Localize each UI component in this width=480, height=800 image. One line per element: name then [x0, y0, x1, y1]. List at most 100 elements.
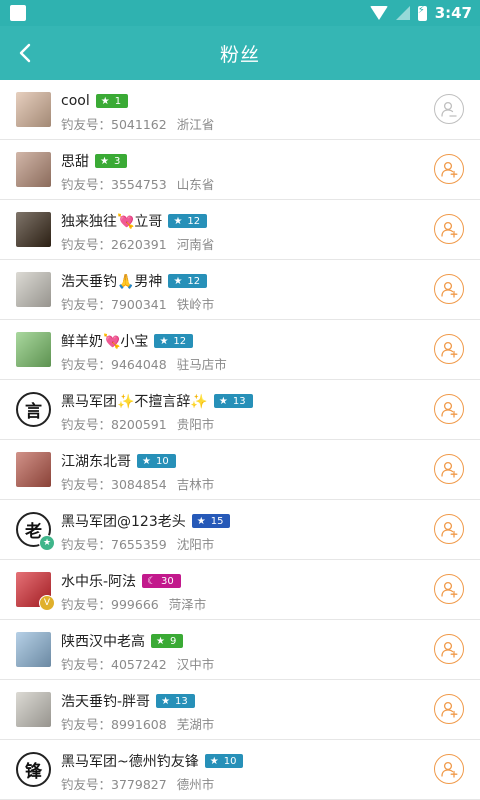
- fan-id-label: 钓友号：: [61, 537, 112, 552]
- star-icon: ★: [173, 275, 183, 287]
- fan-name[interactable]: 鲜羊奶💘小宝: [61, 331, 148, 351]
- follow-button[interactable]: [434, 334, 464, 364]
- fan-meta: 钓友号：999666 菏泽市: [61, 594, 420, 613]
- name-line: 水中乐-阿法 ☾ 30: [61, 570, 420, 592]
- follow-button[interactable]: [434, 514, 464, 544]
- fan-name[interactable]: 陕西汉中老高: [61, 631, 145, 651]
- list-item[interactable]: 锋黑马军团~德州钓友锋 ★ 10 钓友号：3779827 德州市: [0, 740, 480, 800]
- follow-button[interactable]: [434, 394, 464, 424]
- fan-meta: 钓友号：2620391 河南省: [61, 234, 420, 253]
- fan-meta: 钓友号：9464048 驻马店市: [61, 354, 420, 373]
- fan-id-value: 3084854: [111, 477, 167, 492]
- fan-id: 钓友号：999666: [61, 594, 159, 613]
- fan-name[interactable]: 黑马军团✨不擅言辞✨: [61, 391, 208, 411]
- list-item[interactable]: 陕西汉中老高 ★ 9 钓友号：4057242 汉中市: [0, 620, 480, 680]
- level-number: 1: [114, 95, 122, 107]
- add-friend-icon: [441, 581, 458, 598]
- fan-name[interactable]: 思甜: [61, 151, 89, 171]
- fan-name[interactable]: 浩天垂钓🙏男神: [61, 271, 162, 291]
- fan-region: 芜湖市: [176, 717, 215, 732]
- follow-button[interactable]: [434, 634, 464, 664]
- fan-region: 浙江省: [176, 117, 215, 132]
- back-button[interactable]: [10, 38, 40, 68]
- fan-region: 驻马店市: [176, 357, 227, 372]
- list-item[interactable]: 江湖东北哥 ★ 10 钓友号：3084854 吉林市: [0, 440, 480, 500]
- fan-info: 思甜 ★ 3 钓友号：3554753 山东省: [61, 150, 420, 193]
- fan-id-label: 钓友号：: [61, 717, 112, 732]
- avatar[interactable]: [16, 272, 51, 307]
- level-badge: ★ 15: [191, 514, 231, 528]
- fan-id-value: 999666: [111, 597, 159, 612]
- avatar[interactable]: [16, 152, 51, 187]
- add-friend-icon: [441, 221, 458, 238]
- fan-name[interactable]: cool: [61, 93, 90, 109]
- avatar[interactable]: [16, 632, 51, 667]
- follow-button[interactable]: [434, 574, 464, 604]
- fan-name[interactable]: 浩天垂钓-胖哥: [61, 691, 150, 711]
- fan-id: 钓友号：7900341: [61, 294, 167, 313]
- list-item[interactable]: 独来独往💘立哥 ★ 12 钓友号：2620391 河南省: [0, 200, 480, 260]
- list-item[interactable]: 鲜羊奶💘小宝 ★ 12 钓友号：9464048 驻马店市: [0, 320, 480, 380]
- star-icon: ★: [142, 455, 151, 467]
- avatar[interactable]: [16, 212, 51, 247]
- follow-button[interactable]: [434, 694, 464, 724]
- star-icon: ★: [161, 695, 171, 707]
- status-icons: 3:47: [369, 4, 472, 22]
- list-item[interactable]: V 水中乐-阿法 ☾ 30 钓友号：999666 菏泽市: [0, 560, 480, 620]
- fan-info: cool ★ 1 钓友号：5041162 浙江省: [61, 90, 420, 133]
- avatar[interactable]: [16, 452, 51, 487]
- list-item[interactable]: cool ★ 1 钓友号：5041162 浙江省: [0, 80, 480, 140]
- avatar[interactable]: [16, 332, 51, 367]
- follow-button[interactable]: [434, 754, 464, 784]
- fan-id-label: 钓友号：: [61, 117, 112, 132]
- app-bar: 粉丝: [0, 26, 480, 80]
- follow-button[interactable]: [434, 454, 464, 484]
- list-item[interactable]: 言黑马军团✨不擅言辞✨ ★ 13 钓友号：8200591 贵阳市: [0, 380, 480, 440]
- name-line: 鲜羊奶💘小宝 ★ 12: [61, 330, 420, 352]
- fan-name[interactable]: 江湖东北哥: [61, 451, 131, 471]
- follow-button[interactable]: [434, 154, 464, 184]
- name-line: 独来独往💘立哥 ★ 12: [61, 210, 420, 232]
- list-item[interactable]: 老 ★ 黑马军团@123老头 ★ 15 钓友号：7655359 沈阳市: [0, 500, 480, 560]
- moon-icon: ☾: [147, 575, 157, 587]
- avatar[interactable]: [16, 692, 51, 727]
- avatar[interactable]: 锋: [16, 752, 51, 787]
- avatar-glyph: 言: [25, 402, 42, 422]
- level-badge: ★ 12: [154, 334, 194, 348]
- fan-region: 汉中市: [176, 657, 215, 672]
- add-friend-icon: [441, 401, 458, 418]
- followed-button[interactable]: [434, 94, 464, 124]
- chevron-left-icon: [19, 43, 31, 63]
- name-line: 陕西汉中老高 ★ 9: [61, 630, 420, 652]
- fan-name[interactable]: 黑马军团@123老头: [61, 511, 186, 531]
- fan-list: cool ★ 1 钓友号：5041162 浙江省 思甜 ★ 3 钓友号：3554753 山东省 独来…: [0, 80, 480, 800]
- fan-id-label: 钓友号：: [61, 297, 112, 312]
- fan-meta: 钓友号：8991608 芜湖市: [61, 714, 420, 733]
- star-icon: ★: [100, 155, 109, 167]
- fan-id-value: 3554753: [111, 177, 167, 192]
- fan-name[interactable]: 水中乐-阿法: [61, 571, 136, 591]
- avatar[interactable]: 言: [16, 392, 51, 427]
- follow-button[interactable]: [434, 274, 464, 304]
- fan-id-value: 9464048: [111, 357, 167, 372]
- fan-meta: 钓友号：7900341 铁岭市: [61, 294, 420, 313]
- list-item[interactable]: 浩天垂钓🙏男神 ★ 12 钓友号：7900341 铁岭市: [0, 260, 480, 320]
- list-item[interactable]: 浩天垂钓-胖哥 ★ 13 钓友号：8991608 芜湖市: [0, 680, 480, 740]
- fan-name[interactable]: 黑马军团~德州钓友锋: [61, 751, 199, 771]
- name-line: 江湖东北哥 ★ 10: [61, 450, 420, 472]
- name-line: 黑马军团✨不擅言辞✨ ★ 13: [61, 390, 420, 412]
- fan-info: 江湖东北哥 ★ 10 钓友号：3084854 吉林市: [61, 450, 420, 493]
- avatar[interactable]: [16, 92, 51, 127]
- list-item[interactable]: 思甜 ★ 3 钓友号：3554753 山东省: [0, 140, 480, 200]
- fan-info: 陕西汉中老高 ★ 9 钓友号：4057242 汉中市: [61, 630, 420, 673]
- level-badge: ★ 1: [95, 94, 129, 108]
- avatar-wrap: [16, 632, 51, 667]
- avatar-wrap: [16, 92, 51, 127]
- follow-button[interactable]: [434, 214, 464, 244]
- avatar-wrap: [16, 452, 51, 487]
- avatar-wrap: V: [16, 572, 55, 611]
- fan-id: 钓友号：8200591: [61, 414, 167, 433]
- fan-id: 钓友号：4057242: [61, 654, 167, 673]
- fan-name[interactable]: 独来独往💘立哥: [61, 211, 162, 231]
- level-number: 9: [169, 635, 177, 647]
